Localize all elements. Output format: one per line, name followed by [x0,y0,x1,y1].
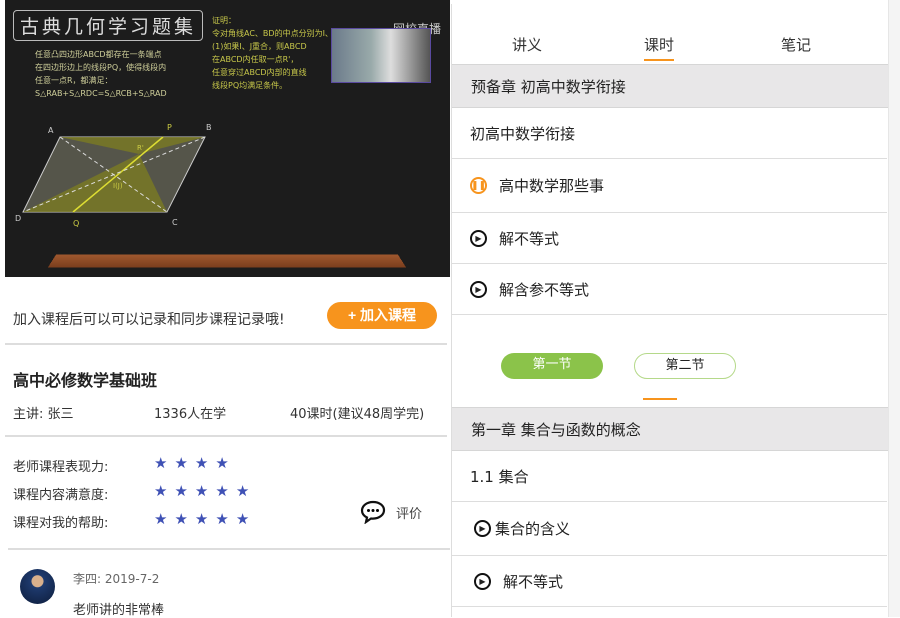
point-label: B [206,123,212,132]
avatar [20,569,55,604]
star-icon[interactable]: ★ [154,482,174,500]
star-icon[interactable]: ★ [174,454,194,472]
section-title: 1.1 集合 [452,451,887,502]
star-icon[interactable]: ★ [236,482,256,500]
divider [5,343,447,345]
star-icon[interactable]: ★ [174,482,194,500]
chapter-header: 预备章 初高中数学衔接 [452,64,889,108]
section-label: 初高中数学衔接 [470,124,576,143]
star-icon[interactable]: ★ [154,454,174,472]
rating-stars[interactable]: ★★★★ [154,454,236,472]
geometry-diagram: A B C D P Q R' I(J) [15,123,212,228]
section-button-1[interactable]: 第一节 [501,353,603,379]
tab-notes[interactable]: 笔记 [781,34,811,55]
section-label: 1.1 集合 [470,467,529,486]
play-icon: ▶ [474,572,491,590]
section-title: 初高中数学衔接 [452,108,887,159]
star-icon[interactable]: ★ [174,510,194,528]
rating-stars[interactable]: ★★★★★ [154,510,256,528]
course-students: 1336人在学 [154,407,227,422]
lesson-label: 解含参不等式 [499,280,590,299]
star-icon[interactable]: ★ [154,510,174,528]
comment-label: 评价 [396,506,423,522]
star-icon[interactable]: ★ [215,454,235,472]
tab-lessons[interactable]: 课时 [644,34,675,61]
section-indicator [643,398,677,400]
course-lessons: 40课时(建议48周学完) [290,407,425,422]
join-hint: 加入课程后可以可以记录和同步课程记录哦! [13,312,285,328]
lesson-item[interactable]: ❚❚ 高中数学那些事 [452,159,887,213]
rating-label: 课程对我的帮助: [13,516,109,531]
tab-handout[interactable]: 讲义 [512,34,542,55]
lesson-label: 集合的含义 [495,520,571,538]
rating-label: 课程内容满意度: [13,488,109,503]
review-author: 李四: 2019-7-2 [73,572,160,586]
point-label: Q [73,219,79,228]
rating-stars[interactable]: ★★★★★ [154,482,256,500]
shelf [47,254,407,268]
play-icon: ▶ [470,280,487,298]
scrollbar[interactable] [888,0,900,617]
lesson-label: 解不等式 [499,229,560,248]
point-label: A [48,126,54,135]
star-icon[interactable]: ★ [195,510,215,528]
point-label: C [172,218,178,227]
lesson-item[interactable]: ▶ 解不等式 [452,213,887,264]
video-player[interactable]: 古典几何学习题集 任意凸四边形ABCD都存在一条端点 在四边形边上的线段PQ，使… [5,0,450,277]
course-title: 高中必修数学基础班 [13,371,158,390]
join-course-button[interactable]: + 加入课程 [327,302,437,329]
divider [5,435,447,437]
course-teacher: 主讲: 张三 [13,407,74,422]
lesson-item[interactable]: ▶ 解含参不等式 [452,264,887,315]
lesson-label: 解不等式 [503,572,564,591]
star-icon[interactable]: ★ [195,454,215,472]
review-text: 老师讲的非常棒 [73,603,165,618]
play-icon: ▶ [474,520,491,537]
rating-label: 老师课程表现力: [13,460,109,475]
divider [8,548,450,550]
star-icon[interactable]: ★ [195,482,215,500]
point-label: D [15,214,21,223]
speech-bubble-icon [360,500,386,524]
lesson-item[interactable]: ▶ 集合的含义 [452,502,887,556]
point-label: P [167,123,172,132]
lesson-item[interactable]: ▶ 解不等式 [452,556,887,607]
star-icon[interactable]: ★ [236,510,256,528]
chapter-header: 第一章 集合与函数的概念 [452,407,889,451]
lesson-label: 高中数学那些事 [499,177,605,195]
comment-button[interactable]: 评价 [360,500,422,524]
section-button-2[interactable]: 第二节 [634,353,736,379]
play-icon: ▶ [470,229,487,247]
point-label: R' [137,144,144,152]
star-icon[interactable]: ★ [215,510,235,528]
pause-icon: ❚❚ [470,177,487,194]
star-icon[interactable]: ★ [215,482,235,500]
point-label: I(J) [113,182,123,190]
